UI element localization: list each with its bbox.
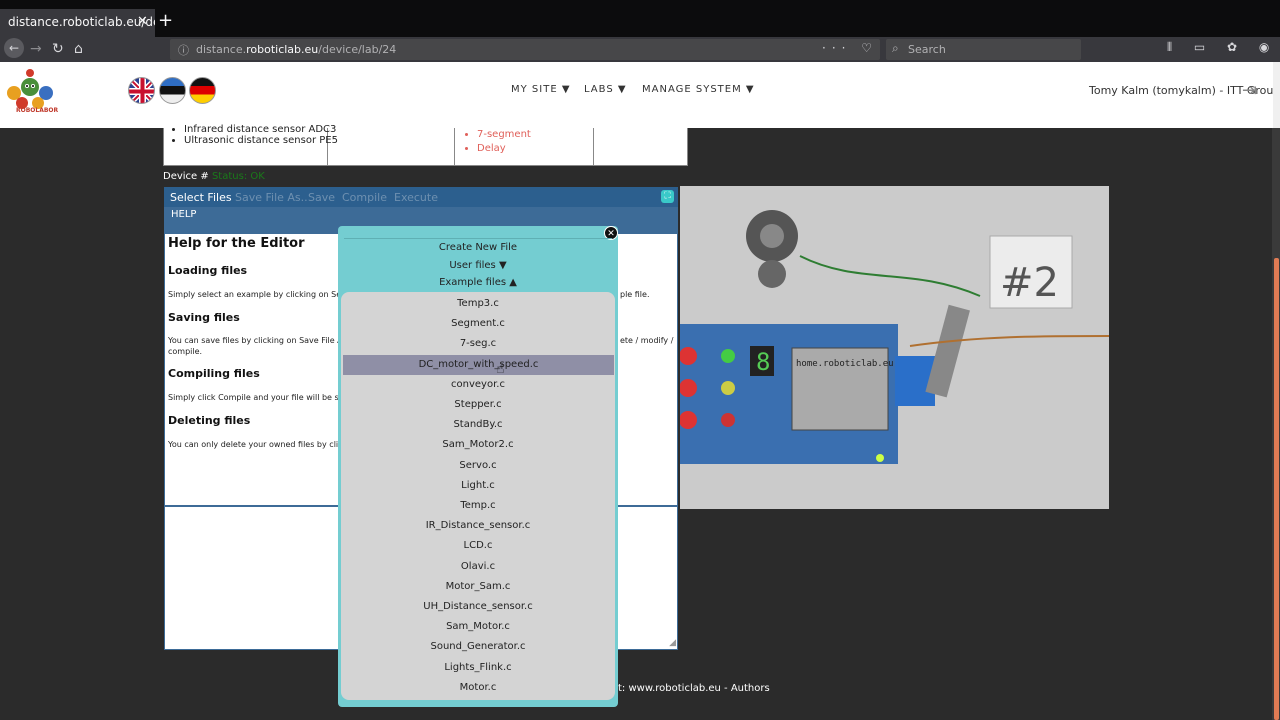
sensor-list: Infrared distance sensor ADC3 Ultrasonic…	[184, 124, 338, 146]
execute-button[interactable]: Execute	[394, 191, 438, 204]
scrollbar-track-top	[1273, 62, 1280, 128]
file-item[interactable]: Stepper.c	[341, 395, 615, 415]
file-item[interactable]: Temp3.c	[341, 294, 615, 314]
tab-title: distance.roboticlab.eu/devi	[8, 15, 155, 29]
loading-files-text-tail: ple file.	[620, 290, 650, 299]
seven-segment-digit: 8	[756, 348, 770, 376]
example-files-list: Temp3.c Segment.c 7-seg.c DC_motor_with_…	[341, 292, 615, 700]
saving-files-heading: Saving files	[168, 311, 240, 324]
saving-files-text-tail: ete / modify /	[620, 336, 674, 345]
file-item[interactable]: Olavi.c	[341, 557, 615, 577]
site-header: ROBOLABOR MY SITE ▼ LABS ▼ MANAGE SYSTEM…	[0, 62, 1280, 128]
url-text[interactable]: distance.roboticlab.eu/device/lab/24	[196, 43, 396, 56]
file-item[interactable]: Temp.c	[341, 496, 615, 516]
hand-cursor-icon: ☝	[496, 361, 505, 377]
saving-files-text: You can save files by clicking on Save F…	[168, 336, 350, 345]
nav-manage-system[interactable]: MANAGE SYSTEM ▼	[642, 84, 755, 95]
file-item-selected[interactable]: DC_motor_with_speed.c	[343, 355, 614, 375]
deleting-files-heading: Deleting files	[168, 414, 251, 427]
scrollbar-thumb[interactable]	[1274, 258, 1279, 720]
file-item[interactable]: Sam_Motor.c	[341, 617, 615, 637]
file-item[interactable]: Motor_Sam.c	[341, 577, 615, 597]
compiling-files-text: Simply click Compile and your file will …	[168, 393, 354, 402]
logo-text: ROBOLABOR	[16, 107, 59, 114]
sensor-item: Infrared distance sensor ADC3	[184, 124, 338, 135]
device-info-table: Infrared distance sensor ADC3 Ultrasonic…	[163, 124, 688, 166]
compiling-files-heading: Compiling files	[168, 367, 260, 380]
browser-tab-bar: distance.roboticlab.eu/devi ✕ +	[0, 0, 1280, 37]
board-label: home.roboticlab.eu	[796, 359, 894, 369]
english-flag-icon[interactable]	[128, 77, 155, 104]
file-item[interactable]: LCD.c	[341, 536, 615, 556]
url-bar[interactable]: ⓘ distance.roboticlab.eu/device/lab/24 ·…	[170, 39, 899, 60]
device-status-line: Device # Status: OK	[163, 171, 265, 182]
german-flag-icon[interactable]	[189, 77, 216, 104]
save-button[interactable]: Save	[308, 191, 335, 204]
dialog-divider	[344, 238, 612, 239]
sensor-item: Ultrasonic distance sensor PE5	[184, 135, 338, 146]
examples-cell: 7-segment Delay	[455, 128, 594, 165]
logout-icon[interactable]: ⇥	[1242, 80, 1257, 101]
new-tab-button[interactable]: +	[158, 12, 173, 30]
file-item[interactable]: StandBy.c	[341, 415, 615, 435]
sensors-cell: Infrared distance sensor ADC3 Ultrasonic…	[164, 124, 338, 165]
file-select-dialog: ✕ Create New File User files ▼ Example f…	[338, 226, 618, 707]
file-item[interactable]: Sam_Motor2.c	[341, 435, 615, 455]
url-host: roboticlab.eu	[246, 43, 319, 56]
search-bar[interactable]: ⌕ Search	[886, 39, 1081, 60]
back-button[interactable]: ←	[4, 38, 24, 58]
select-files-button[interactable]: Select Files	[170, 191, 232, 204]
file-item[interactable]: conveyor.c	[341, 375, 615, 395]
resize-grip-icon[interactable]: ◢	[669, 638, 676, 648]
search-input[interactable]: Search	[908, 43, 946, 56]
example-list: 7-segment Delay	[477, 128, 531, 156]
help-title: Help for the Editor	[168, 236, 305, 251]
file-item[interactable]: Servo.c	[341, 456, 615, 476]
fullscreen-icon[interactable]: ⛶	[661, 190, 674, 203]
file-item[interactable]: Motor.c	[341, 678, 615, 698]
forward-button[interactable]: →	[30, 39, 42, 59]
url-path: /device/lab/24	[318, 43, 397, 56]
nav-my-site[interactable]: MY SITE ▼	[511, 84, 571, 95]
example-link[interactable]: 7-segment	[477, 128, 531, 142]
reload-button[interactable]: ↻	[52, 39, 64, 59]
loading-files-text: Simply select an example by clicking on …	[168, 290, 356, 299]
browser-toolbar-icons[interactable]: ⫴ ▭ ✿ ◉ ≡	[1167, 40, 1280, 55]
create-new-file-button[interactable]: Create New File	[338, 242, 618, 253]
editor-toolbar: Select Files Save File As.. Save Compile…	[164, 187, 678, 207]
file-item[interactable]: 7-seg.c	[341, 334, 615, 354]
footer-text: t: www.roboticlab.eu - Authors	[618, 683, 770, 694]
file-item[interactable]: Segment.c	[341, 314, 615, 334]
example-files-toggle[interactable]: Example files ▲	[338, 277, 618, 288]
save-file-as-button[interactable]: Save File As..	[235, 191, 308, 204]
camera-feed: #2 home.roboticlab.eu 8	[680, 186, 1109, 509]
browser-nav-bar: ← → ↻ ⌂ ⓘ distance.roboticlab.eu/device/…	[0, 37, 1280, 62]
deleting-files-text: You can only delete your owned files by …	[168, 440, 355, 449]
file-item[interactable]: UH_Distance_sensor.c	[341, 597, 615, 617]
url-prefix: distance.	[196, 43, 247, 56]
file-item[interactable]: Sound_Generator.c	[341, 637, 615, 657]
browser-tab[interactable]: distance.roboticlab.eu/devi ✕	[0, 9, 155, 37]
loading-files-heading: Loading files	[168, 264, 248, 277]
example-link[interactable]: Delay	[477, 142, 531, 156]
help-label[interactable]: HELP	[171, 209, 196, 220]
nav-labs[interactable]: LABS ▼	[584, 84, 627, 95]
status-text: Status: OK	[211, 171, 265, 182]
close-tab-icon[interactable]: ✕	[137, 14, 148, 29]
file-item[interactable]: IR_Distance_sensor.c	[341, 516, 615, 536]
device-label: Device #	[163, 171, 209, 182]
search-icon: ⌕	[892, 41, 899, 55]
user-files-toggle[interactable]: User files ▼	[338, 260, 618, 271]
info-cell	[328, 128, 455, 165]
camera-image: #2 home.roboticlab.eu 8	[680, 186, 1109, 509]
file-item[interactable]: Lights_Flink.c	[341, 658, 615, 678]
camera-number-label: #2	[1000, 260, 1059, 306]
compile-button[interactable]: Compile	[342, 191, 387, 204]
home-button[interactable]: ⌂	[74, 39, 83, 59]
file-item[interactable]: Light.c	[341, 476, 615, 496]
estonian-flag-icon[interactable]	[159, 77, 186, 104]
info-icon[interactable]: ⓘ	[178, 42, 189, 58]
saving-files-text-2: compile.	[168, 347, 203, 356]
